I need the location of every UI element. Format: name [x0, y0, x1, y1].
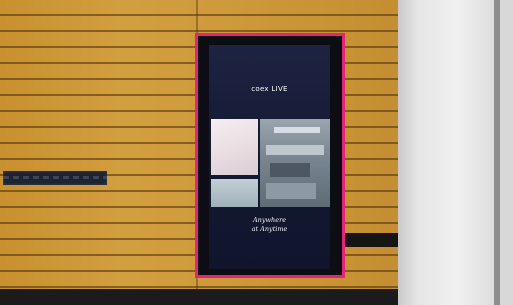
tagline-line-1: Anywhere: [252, 216, 287, 224]
dark-wall-band-left: [3, 171, 107, 185]
floor-strip: [0, 289, 405, 305]
coex-live-logo: coex LIVE: [251, 85, 288, 93]
photo-detail: [270, 163, 310, 177]
photo-detail: [274, 127, 320, 133]
tagline-line-2: at Anytime: [251, 225, 288, 233]
kiosk-screen: coex LIVE Anywhere at Anytime: [209, 45, 330, 269]
screen-photo-tile: [211, 119, 258, 175]
digital-signage-kiosk: coex LIVE Anywhere at Anytime: [195, 33, 345, 278]
photo-detail: [266, 183, 316, 199]
screen-photo-tile: [211, 179, 258, 207]
screen-photo-tile: [260, 119, 330, 207]
scene: coex LIVE Anywhere at Anytime: [0, 0, 513, 305]
white-pillar: [398, 0, 498, 305]
dark-wall-band-right: [345, 233, 405, 247]
far-right-wall: [500, 0, 513, 305]
kiosk-tagline: Anywhere at Anytime: [209, 216, 330, 234]
photo-detail: [266, 145, 324, 155]
